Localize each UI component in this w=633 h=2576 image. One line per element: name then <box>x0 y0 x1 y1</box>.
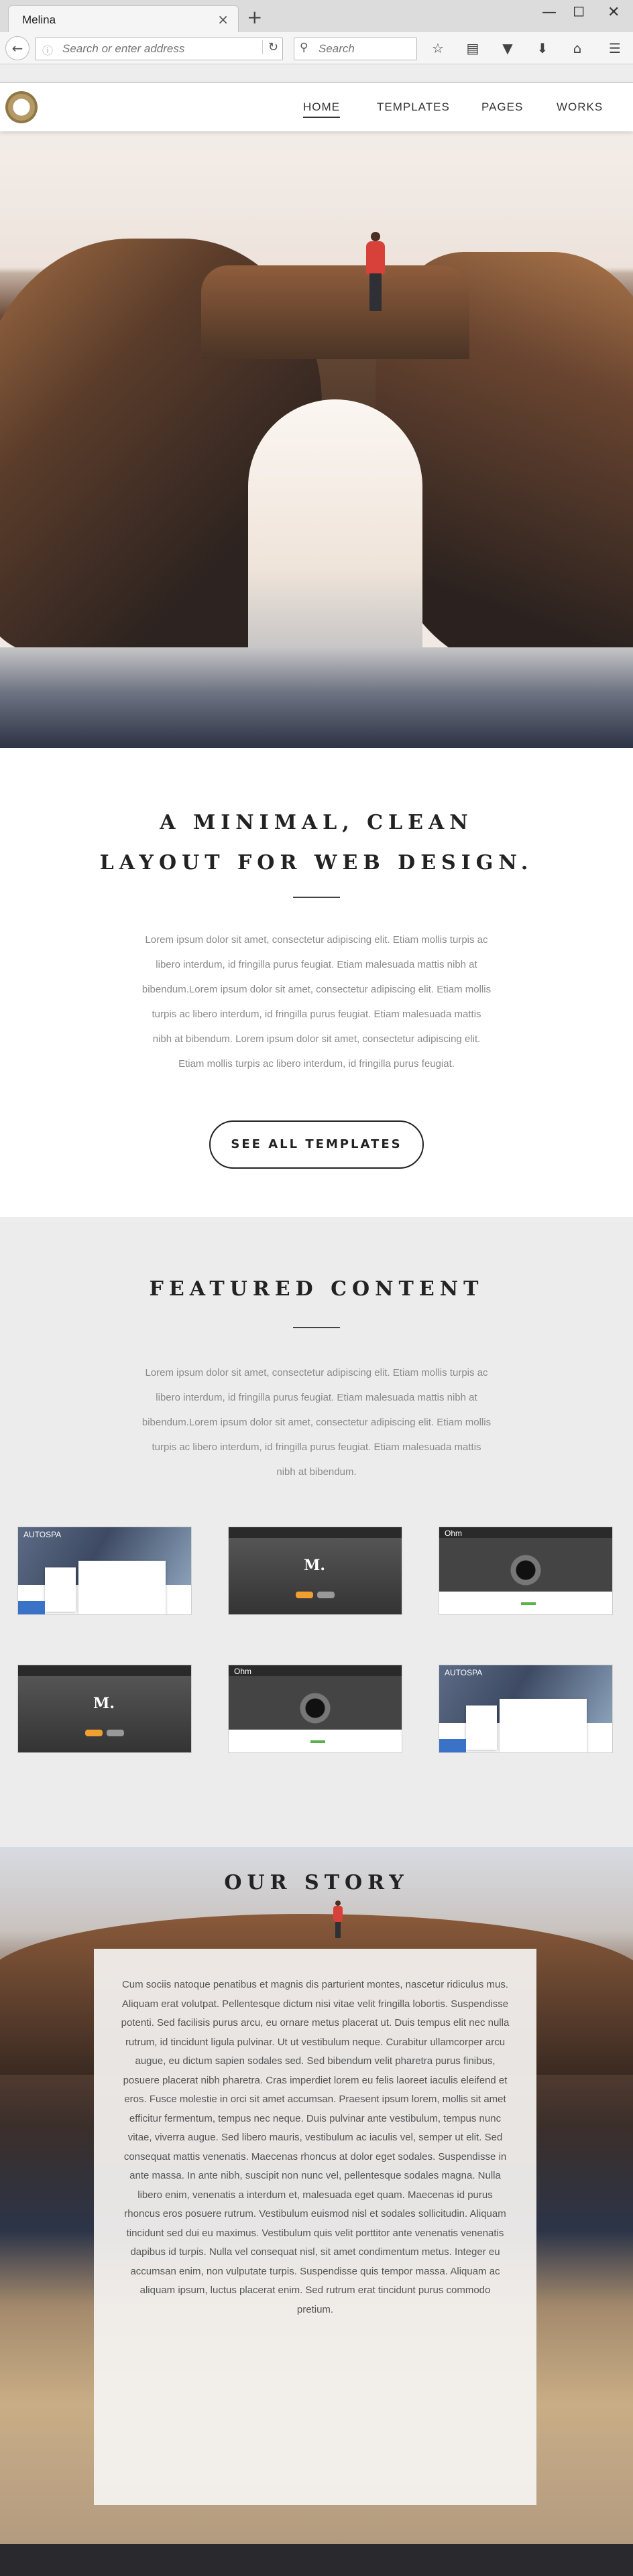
thumbnail-brand: AUTOSPA <box>23 1530 62 1539</box>
featured-section: FEATURED CONTENT Lorem ipsum dolor sit a… <box>0 1217 633 1847</box>
hamburger-menu-icon[interactable]: ☰ <box>603 38 626 59</box>
featured-text-line: turpis ac libero interdum, id fringilla … <box>152 1441 481 1453</box>
home-icon[interactable]: ⌂ <box>566 38 589 59</box>
thumbnail-brand: Ohm <box>234 1667 252 1676</box>
download-icon[interactable]: ⬇ <box>531 38 554 59</box>
navigation-toolbar: ← ⓘ ↻ ⚲ ☆ ▤ ▼ ⬇ ⌂ ☰ <box>0 32 633 64</box>
intro-text-line: Lorem ipsum dolor sit amet, consectetur … <box>145 934 488 946</box>
reload-icon[interactable]: ↻ <box>262 40 278 54</box>
thumbnail-brand: AUTOSPA <box>445 1668 483 1677</box>
close-window-icon[interactable]: ✕ <box>608 4 620 21</box>
our-story-title: OUR STORY <box>224 1871 409 1894</box>
close-tab-icon[interactable]: × <box>217 11 229 27</box>
featured-title: FEATURED CONTENT <box>149 1277 484 1301</box>
template-thumbnail[interactable]: Ohm <box>228 1665 402 1753</box>
info-icon[interactable]: ⓘ <box>42 42 53 58</box>
rock-arch <box>201 265 469 359</box>
nav-templates[interactable]: TEMPLATES <box>377 101 450 114</box>
our-story-section: OUR STORY Cum sociis natoque penatibus e… <box>0 1847 633 2544</box>
thumbnail-brand: M. <box>304 1557 326 1574</box>
search-input[interactable] <box>319 41 412 57</box>
featured-text-line: Lorem ipsum dolor sit amet, consectetur … <box>145 1367 488 1378</box>
intro-title: A MINIMAL, CLEAN LAYOUT FOR WEB DESIGN. <box>0 803 633 883</box>
url-bar[interactable]: ⓘ ↻ <box>35 38 283 60</box>
nav-pages[interactable]: PAGES <box>481 101 523 114</box>
reading-list-icon[interactable]: ▤ <box>461 38 484 59</box>
footer <box>0 2544 633 2576</box>
back-icon[interactable]: ← <box>5 36 30 60</box>
bookmark-star-icon[interactable]: ☆ <box>426 38 449 59</box>
intro-section: A MINIMAL, CLEAN LAYOUT FOR WEB DESIGN. … <box>0 748 633 1217</box>
search-bar[interactable]: ⚲ <box>294 38 417 60</box>
template-thumbnail[interactable]: AUTOSPA <box>17 1527 192 1615</box>
url-input[interactable] <box>62 41 257 57</box>
pocket-icon[interactable]: ▼ <box>496 38 519 59</box>
browser-tab[interactable]: Melina × <box>8 5 239 32</box>
template-thumbnail[interactable]: M. <box>17 1665 192 1753</box>
featured-text-line: bibendum.Lorem ipsum dolor sit amet, con… <box>141 1417 492 1428</box>
intro-text-line: libero interdum, id fringilla purus feug… <box>156 959 477 970</box>
search-icon: ⚲ <box>300 41 308 54</box>
intro-text-line: nibh at bibendum. Lorem ipsum dolor sit … <box>152 1033 481 1045</box>
intro-text: Lorem ipsum dolor sit amet, consectetur … <box>101 927 532 1076</box>
hero-image <box>0 131 633 748</box>
intro-text-line: Etiam mollis turpis ac libero interdum, … <box>178 1058 455 1070</box>
divider <box>293 1327 340 1328</box>
see-all-templates-button[interactable]: SEE ALL TEMPLATES <box>209 1120 424 1169</box>
featured-text: Lorem ipsum dolor sit amet, consectetur … <box>101 1360 532 1484</box>
featured-text-line: nibh at bibendum. <box>276 1466 357 1478</box>
new-tab-icon[interactable]: + <box>247 8 262 27</box>
minimize-icon[interactable]: — <box>542 4 557 21</box>
intro-text-line: turpis ac libero interdum, id fringilla … <box>152 1009 481 1020</box>
tab-strip: Melina × + — ◻ ✕ <box>0 0 633 32</box>
template-thumbnail[interactable]: Ohm <box>439 1527 613 1615</box>
story-text: Cum sociis natoque penatibus et magnis d… <box>121 1979 510 2315</box>
divider <box>293 897 340 898</box>
thumbnail-brand: M. <box>93 1695 115 1712</box>
intro-title-line2: LAYOUT FOR WEB DESIGN. <box>99 851 534 875</box>
thumbnail-brand: Ohm <box>445 1529 463 1538</box>
hiker-figure <box>333 1901 343 1938</box>
hiker-figure <box>365 232 385 312</box>
nav-home[interactable]: HOME <box>303 101 340 118</box>
browser-chrome: Melina × + — ◻ ✕ ← ⓘ ↻ ⚲ ☆ ▤ ▼ ⬇ ⌂ ☰ <box>0 0 633 83</box>
melina-logo-icon[interactable] <box>5 91 38 123</box>
maximize-icon[interactable]: ◻ <box>573 3 585 19</box>
featured-text-line: libero interdum, id fringilla purus feug… <box>156 1392 477 1403</box>
sea <box>0 647 633 748</box>
template-thumbnail[interactable]: AUTOSPA <box>439 1665 613 1753</box>
arch-opening <box>248 399 422 681</box>
nav-works[interactable]: WORKS <box>557 101 603 114</box>
intro-title-line1: A MINIMAL, CLEAN <box>160 811 473 834</box>
intro-text-line: bibendum.Lorem ipsum dolor sit amet, con… <box>141 984 492 995</box>
site-header: HOME TEMPLATES PAGES WORKS <box>0 83 633 131</box>
story-text-box: Cum sociis natoque penatibus et magnis d… <box>94 1949 536 2505</box>
template-thumbnail[interactable]: M. <box>228 1527 402 1615</box>
tab-title: Melina <box>22 13 56 26</box>
